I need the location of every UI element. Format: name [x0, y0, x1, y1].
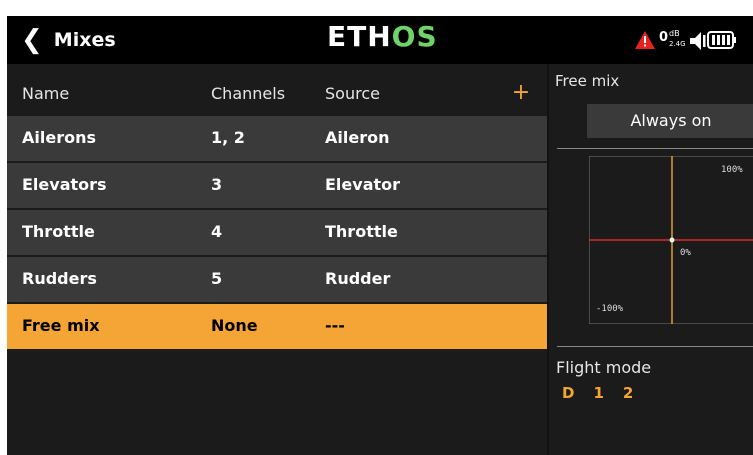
- logo-accent-text: OS: [391, 20, 438, 53]
- mix-name: Rudders: [22, 269, 97, 288]
- mix-source: Elevator: [325, 175, 401, 194]
- active-condition-field[interactable]: Always on: [587, 104, 753, 138]
- mix-curve-graph: 100% 0% -100%: [589, 156, 753, 324]
- curve-top-label: 100%: [721, 165, 743, 175]
- rssi-band: 2.4G: [669, 40, 686, 48]
- mix-channels: 5: [211, 269, 223, 288]
- page-title: Mixes: [53, 29, 116, 51]
- mix-source: Throttle: [325, 222, 398, 241]
- column-header-channels: Channels: [211, 84, 286, 103]
- radio-screen: ❮ Mixes ETHOS 0 dB 2.4G Name Channels So…: [7, 16, 753, 455]
- rssi-readout: 0 dB 2.4G: [659, 29, 686, 48]
- curve-center-point: [669, 237, 675, 243]
- mix-name: Elevators: [22, 175, 107, 194]
- curve-bottom-label: -100%: [596, 304, 624, 314]
- flight-mode-item[interactable]: D: [562, 384, 574, 402]
- mix-channels: None: [211, 316, 258, 335]
- back-chevron-icon: ❮: [21, 25, 43, 55]
- divider: [557, 346, 753, 347]
- status-area: 0 dB 2.4G: [633, 16, 753, 64]
- flight-mode-item[interactable]: 2: [623, 384, 633, 402]
- curve-mid-label: 0%: [680, 248, 691, 258]
- mix-channels: 1, 2: [211, 128, 245, 147]
- column-header-source: Source: [325, 84, 380, 103]
- ethos-logo: ETHOS: [327, 23, 438, 51]
- logo-text: ETH: [327, 20, 392, 53]
- mix-source: ---: [325, 316, 345, 335]
- mix-source: Rudder: [325, 269, 391, 288]
- mix-channels: 3: [211, 175, 223, 194]
- mix-name: Throttle: [22, 222, 95, 241]
- speaker-icon[interactable]: [690, 31, 706, 51]
- table-row[interactable]: Rudders 5 Rudder: [7, 257, 547, 304]
- table-row[interactable]: Throttle 4 Throttle: [7, 210, 547, 257]
- table-row[interactable]: Elevators 3 Elevator: [7, 163, 547, 210]
- flight-mode-list: D 1 2: [562, 384, 652, 402]
- mix-channels: 4: [211, 222, 223, 241]
- battery-icon: [707, 31, 736, 49]
- mix-name: Ailerons: [22, 128, 96, 147]
- free-mix-label: Free mix: [555, 72, 620, 90]
- back-button[interactable]: ❮ Mixes: [7, 16, 147, 64]
- mix-name: Free mix: [22, 316, 100, 335]
- divider: [557, 148, 753, 149]
- flight-mode-item[interactable]: 1: [593, 384, 603, 402]
- alert-triangle-icon[interactable]: [635, 31, 655, 49]
- table-header: Name Channels Source +: [7, 72, 547, 116]
- mixes-table: Name Channels Source + Ailerons 1, 2 Ail…: [7, 72, 547, 351]
- column-header-name: Name: [22, 84, 70, 103]
- add-mix-button[interactable]: +: [505, 76, 537, 110]
- rssi-value: 0: [659, 30, 669, 45]
- table-row-selected[interactable]: Free mix None ---: [7, 304, 547, 351]
- flight-mode-label: Flight mode: [556, 358, 652, 377]
- mix-source: Aileron: [325, 128, 390, 147]
- table-row[interactable]: Ailerons 1, 2 Aileron: [7, 116, 547, 163]
- mix-preview-panel: Free mix Always on 100% 0% -100% Flight …: [547, 64, 753, 455]
- top-bar: ❮ Mixes ETHOS 0 dB 2.4G: [7, 16, 753, 64]
- rssi-unit: dB: [669, 29, 680, 38]
